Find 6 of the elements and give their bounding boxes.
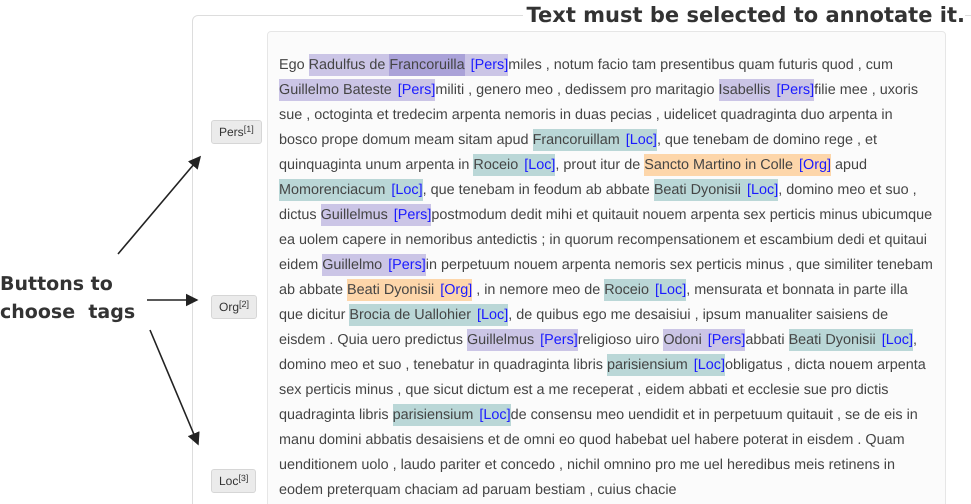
arrow [147, 294, 199, 306]
tag-button[interactable]: Pers$^{[1]}$ [211, 120, 262, 144]
callout-text: Buttons to choose tags [0, 272, 136, 325]
tag-button[interactable]: Org$^{[2]}$ [211, 295, 258, 319]
annotated-text[interactable]: Ego Radulfus de Francoruilla [Pers]miles , notum facio tam presentibus quam futuris quod , cum Guillelmo Bateste [Pers]militi , genero meo , dedissem pro maritagio Isabellis [Pers]filie mee , uxoris sue , octoginta et tredecim arpenta nemoris in duas pecias , uidelicet quadraginta duo arpenta in bosco prope domum meam sitam apud Francoruillam [Loc], que tenebam de domino rege , et quinquaginta unum arpenta in Roceio [Loc], prout itur de Sancto Martino in Colle [Org] apud Momorenciacum [Loc], que tenebam in feodum ab abbate Beati Dyonisii [Loc], domino meo et suo , dictus Guillelmus [Pers]postmodum dedit mihi et quitauit nouem arpenta sex perticis minus ubicumque ea uolem capere in nemoribus antedictis ; in quorum recompensationem et escambium dedi et quitaui eidem Guillelmo [Pers]in perpetuum nouem arpenta nemoris sex perticis minus , que similiter tenebam ab abbate Beati Dyonisii [Org] , in nemore meo de Roceio [Loc], mensurata et bonnata in parte illa que dicitur Brocia de Uallohier [Loc], de quibus ego me desaisiui , ipsum manualiter saisiens de eisdem . Quia uero predictus Guillelmus [Pers]religioso uiro Odoni [Pers]abbati Beati Dyonisii [Loc], domino meo et suo , tenebatur in quadraginta libris parisiensium [Loc]obligatus , dicta nouem arpenta sex perticis minus , que sicut dictum est a me receperat , eidem abbati et ecclesie sue pro dictis quadraginta libris parisiensium [Loc]de consensu meo uendidit et in perpetuum quitauit , se de eis in manu domini abbatis desaisiens et de omni eo quod habebat uel habere poterat in eisdem . Quam uenditionem uolo , laudo pariter et concedo , nichil omnino pro me uel heredibus meis retinens in eodem preterquam chaciam ad paruam bestiam , cuius chacie [279, 53, 934, 503]
tag-button[interactable]: Loc$^{[3]}$ [211, 469, 256, 493]
